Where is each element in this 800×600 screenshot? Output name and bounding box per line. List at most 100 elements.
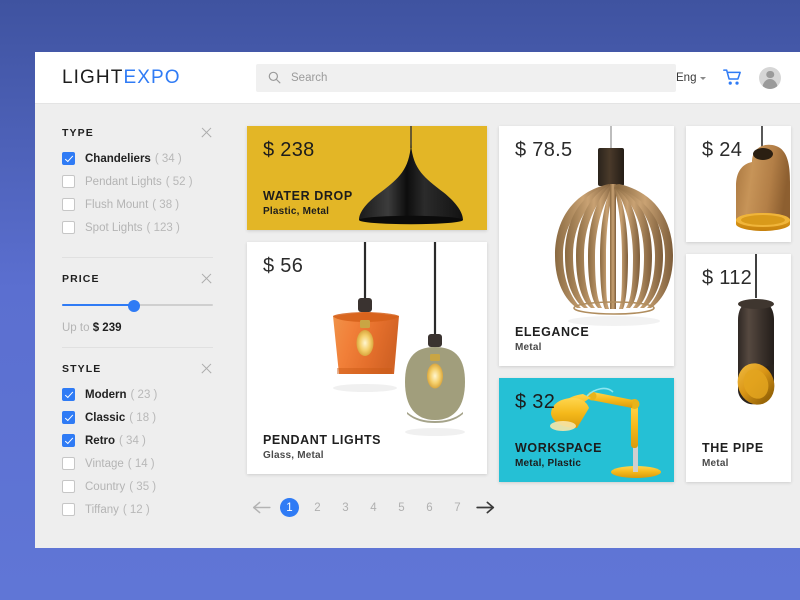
filter-header-style: STYLE <box>62 362 213 375</box>
logo[interactable]: LIGHTEXPO <box>62 67 252 89</box>
product-title: PENDANT LIGHTS <box>263 433 382 447</box>
app-body: TYPE Chandeliers ( 34 ) Pendant Lights (… <box>35 104 800 548</box>
product-info: WATER DROP Plastic, Metal <box>263 189 353 217</box>
filter-option-count: ( 18 ) <box>129 411 157 424</box>
close-icon[interactable] <box>200 126 213 139</box>
filter-option-count: ( 12 ) <box>122 503 150 516</box>
filter-section-style: STYLE Modern ( 23 ) Classic ( 18 ) Retro… <box>62 347 213 539</box>
pagination-page-3[interactable]: 3 <box>336 498 355 517</box>
avatar[interactable] <box>759 66 782 89</box>
chevron-down-icon <box>700 77 707 80</box>
checkbox-icon[interactable] <box>62 411 75 424</box>
checkbox-icon[interactable] <box>62 221 75 234</box>
search-bar[interactable] <box>256 63 676 92</box>
filter-sidebar: TYPE Chandeliers ( 34 ) Pendant Lights (… <box>35 104 237 548</box>
checkbox-icon[interactable] <box>62 457 75 470</box>
price-slider-fill <box>62 304 135 307</box>
product-card-workspace[interactable]: $ 32 WORKSPACE Metal, Plastic <box>499 378 674 482</box>
logo-light-text: LIGHT <box>62 66 124 88</box>
product-info: ELEGANCE Metal <box>515 325 589 353</box>
filter-option-label: Pendant Lights <box>85 175 162 188</box>
filter-option-label: Vintage <box>85 457 124 470</box>
filter-header-type: TYPE <box>62 126 213 139</box>
price-caption-value: $ 239 <box>92 322 122 334</box>
price-caption-prefix: Up to <box>62 322 90 334</box>
pagination-page-5[interactable]: 5 <box>392 498 411 517</box>
filter-option-count: ( 23 ) <box>130 388 158 401</box>
close-icon[interactable] <box>200 272 213 285</box>
filter-option-count: ( 38 ) <box>152 198 180 211</box>
price-caption: Up to $ 239 <box>62 322 213 334</box>
filter-option-label: Country <box>85 480 126 493</box>
filter-option-modern[interactable]: Modern ( 23 ) <box>62 388 213 401</box>
checkbox-icon[interactable] <box>62 503 75 516</box>
filter-option-retro[interactable]: Retro ( 34 ) <box>62 434 213 447</box>
product-materials: Metal, Plastic <box>515 458 582 469</box>
product-card-water-drop[interactable]: $ 238 WATER DROP Plastic, Metal <box>247 126 487 230</box>
pagination: 1 2 3 4 5 6 7 <box>247 498 791 517</box>
pagination-page-6[interactable]: 6 <box>420 498 439 517</box>
product-grid-area: $ 238 WATER DROP Plastic, Metal $ 56 PEN… <box>237 104 800 548</box>
filter-option-spot-lights[interactable]: Spot Lights ( 123 ) <box>62 221 213 234</box>
filter-option-count: ( 34 ) <box>154 152 182 165</box>
product-info: PENDANT LIGHTS Glass, Metal <box>263 433 381 461</box>
filter-option-label: Spot Lights <box>85 221 143 234</box>
pagination-page-4[interactable]: 4 <box>364 498 383 517</box>
product-column-1: $ 238 WATER DROP Plastic, Metal $ 56 PEN… <box>247 126 487 474</box>
pagination-page-7[interactable]: 7 <box>448 498 467 517</box>
filter-section-price: PRICE Up to $ 239 <box>62 257 213 347</box>
cart-icon[interactable] <box>723 69 742 86</box>
product-column-2: $ 78.5 ELEGANCE Metal $ 32 WORKSPACE Met… <box>499 126 674 482</box>
filter-option-vintage[interactable]: Vintage ( 14 ) <box>62 457 213 470</box>
product-card-elegance[interactable]: $ 78.5 ELEGANCE Metal <box>499 126 674 366</box>
checkbox-icon[interactable] <box>62 480 75 493</box>
product-info: WORKSPACE Metal, Plastic <box>515 441 602 469</box>
product-title: WATER DROP <box>263 189 353 203</box>
filter-option-count: ( 35 ) <box>129 480 157 493</box>
logo-expo-text: EXPO <box>123 66 181 88</box>
filter-title-style: STYLE <box>62 362 102 375</box>
checkbox-icon[interactable] <box>62 175 75 188</box>
filter-option-flush-mount[interactable]: Flush Mount ( 38 ) <box>62 198 213 211</box>
language-selector[interactable]: Eng <box>676 71 707 84</box>
filter-option-chandeliers[interactable]: Chandeliers ( 34 ) <box>62 152 213 165</box>
price-slider-handle[interactable] <box>128 299 141 312</box>
filter-option-label: Retro <box>85 434 116 447</box>
product-card-the-pipe[interactable]: $ 112 THE PIPE Metal <box>686 254 791 482</box>
checkbox-icon[interactable] <box>62 152 75 165</box>
app-window: LIGHTEXPO Eng <box>35 52 800 548</box>
product-price: $ 112 <box>702 267 753 289</box>
filter-option-count: ( 14 ) <box>127 457 155 470</box>
filter-option-country[interactable]: Country ( 35 ) <box>62 480 213 493</box>
product-materials: Metal <box>702 458 729 469</box>
close-icon[interactable] <box>200 362 213 375</box>
product-card-pendant-lights[interactable]: $ 56 PENDANT LIGHTS Glass, Metal <box>247 242 487 474</box>
product-info: THE PIPE Metal <box>702 441 764 469</box>
pagination-page-1[interactable]: 1 <box>280 498 299 517</box>
product-materials: Glass, Metal <box>263 450 324 461</box>
filter-option-pendant-lights[interactable]: Pendant Lights ( 52 ) <box>62 175 213 188</box>
filter-option-label: Modern <box>85 388 127 401</box>
price-slider[interactable] <box>62 298 213 312</box>
product-column-3: $ 24 $ 112 THE PIPE Metal <box>686 126 791 482</box>
filter-section-type: TYPE Chandeliers ( 34 ) Pendant Lights (… <box>62 126 213 257</box>
pagination-prev-arrow-icon[interactable] <box>252 501 271 514</box>
checkbox-icon[interactable] <box>62 198 75 211</box>
filter-option-label: Chandeliers <box>85 152 151 165</box>
pagination-next-arrow-icon[interactable] <box>476 501 495 514</box>
product-card-wood-pendant[interactable]: $ 24 <box>686 126 791 242</box>
product-title: ELEGANCE <box>515 325 590 339</box>
product-title: WORKSPACE <box>515 441 603 455</box>
app-header: LIGHTEXPO Eng <box>35 52 800 104</box>
filter-option-tiffany[interactable]: Tiffany ( 12 ) <box>62 503 213 516</box>
pagination-page-2[interactable]: 2 <box>308 498 327 517</box>
checkbox-icon[interactable] <box>62 388 75 401</box>
filter-option-count: ( 34 ) <box>119 434 146 447</box>
filter-option-classic[interactable]: Classic ( 18 ) <box>62 411 213 424</box>
search-input[interactable] <box>291 71 664 84</box>
checkbox-icon[interactable] <box>62 434 75 447</box>
product-materials: Plastic, Metal <box>263 206 330 217</box>
filter-option-label: Tiffany <box>85 503 119 516</box>
language-label: Eng <box>676 71 697 84</box>
product-price: $ 24 <box>702 139 743 161</box>
